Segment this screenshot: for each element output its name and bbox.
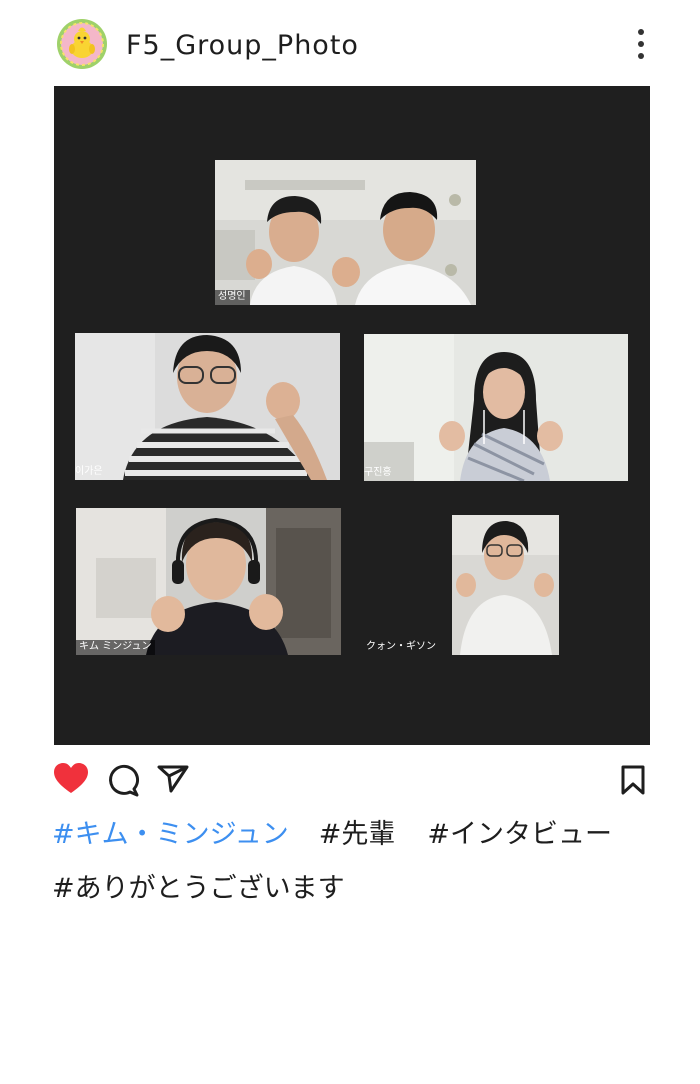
post-photo[interactable]: 성명인 이가은 구진홍 キム ミンジュン クォン・ギソン [54,86,650,745]
participant-name: 구진홍 [364,467,392,478]
participant-video [364,334,628,481]
comment-icon [109,764,139,797]
post-header: F5_Group_Photo [0,0,700,86]
participant-name: 성명인 [215,290,250,305]
hashtag[interactable]: #ありがとうございます [52,873,345,904]
more-vertical-icon [638,29,644,59]
video-tile: 구진홍 [364,334,628,481]
hashtag[interactable]: #先輩 [319,819,396,850]
post-caption: #キム・ミンジュン #先輩 #インタビュー #ありがとうございます [52,808,662,916]
profile-avatar[interactable] [56,18,108,70]
participant-name: 이가은 [75,466,103,477]
video-tile: 성명인 [215,160,476,305]
bookmark-icon [621,765,645,795]
hashtag-link[interactable]: #キム・ミンジュン [52,819,289,850]
more-options-button[interactable] [626,24,656,66]
participant-video [76,508,341,655]
share-icon [157,765,189,793]
video-tile: キム ミンジュン [76,508,341,655]
heart-icon [54,763,88,793]
participant-video [75,333,340,480]
chick-icon [57,19,107,69]
participant-video [215,160,476,305]
bookmark-button[interactable] [614,760,652,800]
video-tile [452,515,559,655]
share-button[interactable] [154,760,192,800]
participant-video [452,515,559,655]
comment-button[interactable] [104,760,142,800]
video-tile: 이가은 [75,333,340,480]
hashtag[interactable]: #インタビュー [427,819,612,850]
like-button[interactable] [52,760,90,800]
participant-name: キム ミンジュン [76,640,156,655]
participant-name: クォン・ギソン [366,641,436,652]
post-action-bar [0,760,700,804]
post-username[interactable]: F5_Group_Photo [126,28,359,64]
